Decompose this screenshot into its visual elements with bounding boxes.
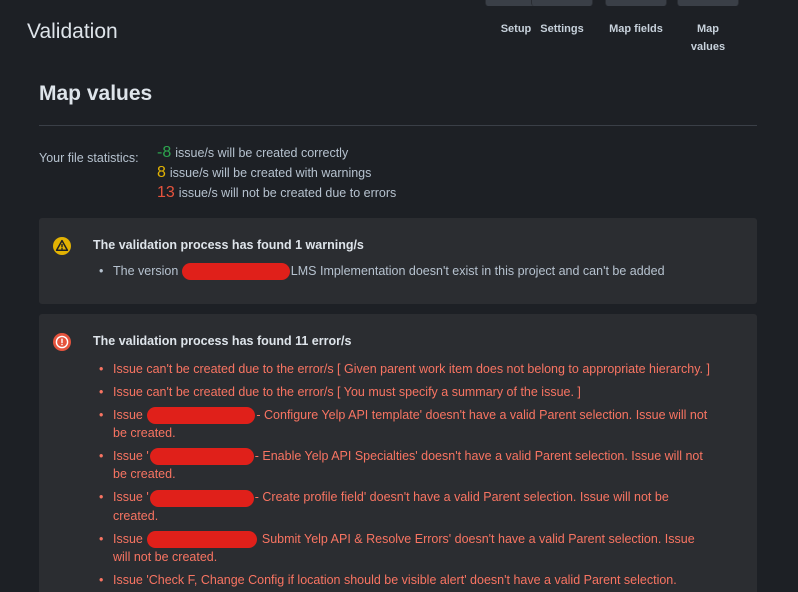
warnings-title: The validation process has found 1 warni…: [93, 238, 364, 252]
step-settings[interactable]: Settings: [531, 0, 593, 38]
redaction: [147, 530, 258, 548]
step-label: Settings: [540, 23, 584, 35]
correct-count: -8: [157, 144, 172, 161]
redaction: [147, 407, 256, 425]
list-item: Issue 'Check F, Change Config if locatio…: [99, 571, 713, 589]
errors-list: Issue can't be created due to the error/…: [99, 360, 713, 592]
warning-count: 8: [157, 164, 166, 181]
list-item: Issue '- Create profile field' doesn't h…: [99, 488, 713, 524]
warnings-list: The version LMS Implementation doesn't e…: [99, 262, 713, 285]
step-map-values[interactable]: Map values: [677, 0, 739, 56]
correct-text: issue/s will be created correctly: [175, 146, 349, 160]
stat-warnings: 8 issue/s will be created with warnings: [157, 163, 396, 183]
step-label: Map fields: [609, 23, 663, 35]
step-bar: [605, 0, 667, 6]
error-count: 13: [157, 184, 175, 201]
progress-tracker: Setup Settings Map fields Map values: [465, 0, 765, 60]
list-item: Issue - Configure Yelp API template' doe…: [99, 406, 713, 442]
warning-text: issue/s will be created with warnings: [169, 166, 372, 180]
redaction: [181, 263, 290, 281]
list-item: Issue can't be created due to the error/…: [99, 383, 713, 401]
step-bar: [677, 0, 739, 6]
list-item: Issue Submit Yelp API & Resolve Errors' …: [99, 530, 713, 566]
page-title: Validation: [27, 20, 118, 43]
stats-label: Your file statistics:: [39, 151, 139, 165]
divider: [39, 125, 757, 126]
validation-page: Validation Setup Settings Map fields Map…: [0, 0, 798, 592]
errors-title: The validation process has found 11 erro…: [93, 334, 352, 348]
error-circle-icon: [53, 333, 71, 351]
redaction: [149, 489, 254, 507]
step-bar: [531, 0, 593, 6]
warnings-panel: The validation process has found 1 warni…: [39, 218, 757, 304]
error-text: issue/s will not be created due to error…: [178, 186, 397, 200]
list-item: Issue '- Enable Yelp API Specialties' do…: [99, 447, 713, 483]
section-title: Map values: [39, 82, 153, 105]
warning-triangle-icon: [53, 237, 71, 255]
step-map-fields[interactable]: Map fields: [605, 0, 667, 38]
stat-correct: -8 issue/s will be created correctly: [157, 143, 396, 163]
step-label: Map values: [690, 23, 726, 53]
stat-errors: 13 issue/s will not be created due to err…: [157, 183, 396, 203]
redaction: [149, 448, 254, 466]
file-statistics: -8 issue/s will be created correctly 8 iss…: [157, 143, 396, 203]
list-item: The version LMS Implementation doesn't e…: [99, 262, 713, 281]
errors-panel: The validation process has found 11 erro…: [39, 314, 757, 592]
list-item: Issue can't be created due to the error/…: [99, 360, 713, 378]
